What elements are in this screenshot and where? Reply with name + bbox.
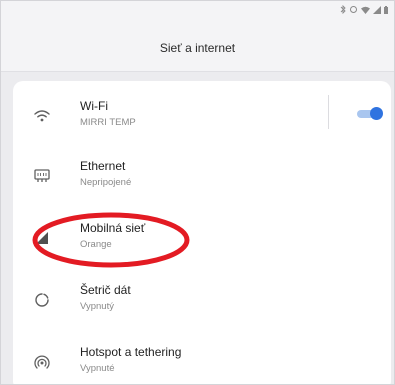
wifi-icon <box>34 110 50 122</box>
toggle-divider <box>328 95 329 129</box>
rotate-icon <box>350 6 357 13</box>
toggle-thumb <box>370 107 383 120</box>
wifi-toggle[interactable] <box>357 107 383 120</box>
wifi-title: Wi-Fi <box>80 99 108 113</box>
hotspot-subtitle: Vypnuté <box>80 363 115 374</box>
ethernet-subtitle: Nepripojené <box>80 177 132 188</box>
data-saver-subtitle: Vypnutý <box>80 301 114 312</box>
status-icons <box>340 5 388 14</box>
hotspot-icon <box>34 355 50 369</box>
data-saver-title: Šetrič dát <box>80 283 131 297</box>
wifi-icon <box>361 6 370 14</box>
wifi-subtitle: MIRRI TEMP <box>80 117 136 128</box>
signal-icon <box>373 5 381 14</box>
status-bar <box>1 1 394 19</box>
highlight-ellipse-annotation <box>32 212 190 268</box>
settings-item-ethernet[interactable]: Ethernet Nepripojené <box>13 145 391 205</box>
app-header: Sieť a internet <box>1 19 394 72</box>
data-saver-icon <box>35 293 49 307</box>
hotspot-title: Hotspot a tethering <box>80 345 182 359</box>
ethernet-icon <box>34 169 50 182</box>
settings-item-hotspot[interactable]: Hotspot a tethering Vypnuté <box>13 331 391 384</box>
bluetooth-icon <box>340 5 346 14</box>
ethernet-title: Ethernet <box>80 159 126 173</box>
settings-item-data-saver[interactable]: Šetrič dát Vypnutý <box>13 269 391 329</box>
screenshot-frame: Sieť a internet Wi-Fi MIRRI TEMP Etherne… <box>0 0 395 385</box>
settings-item-wifi[interactable]: Wi-Fi MIRRI TEMP <box>13 85 391 145</box>
page-title: Sieť a internet <box>159 41 236 55</box>
battery-icon <box>384 5 388 14</box>
